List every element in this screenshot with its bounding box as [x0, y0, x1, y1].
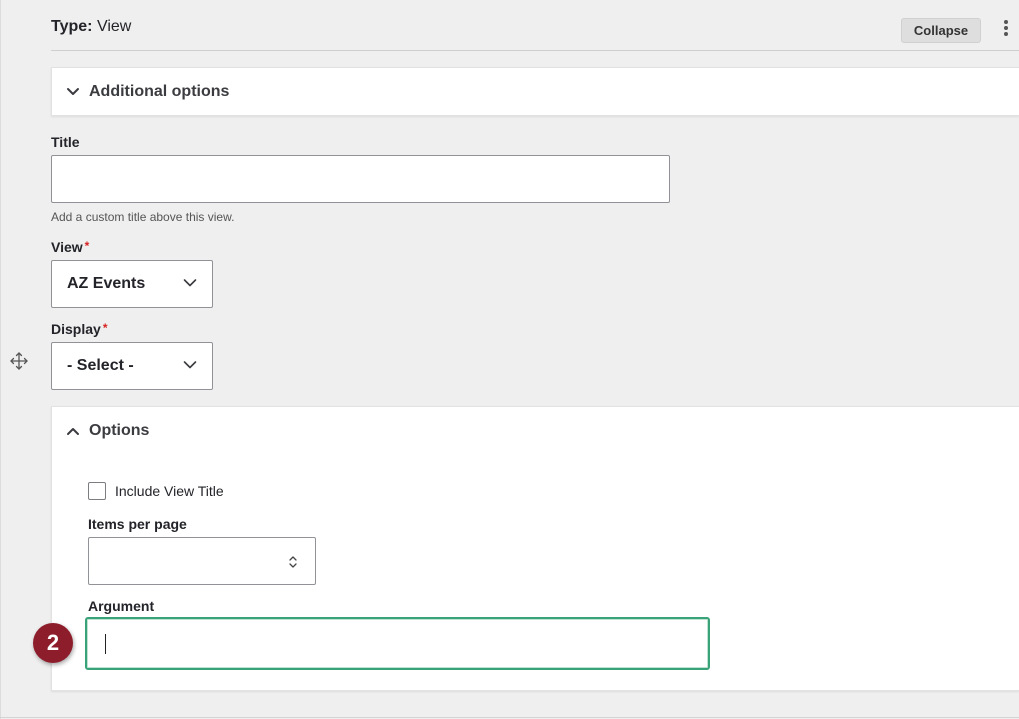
- paragraph-type-header: Type: View: [51, 18, 131, 36]
- text-caret: [105, 634, 106, 654]
- number-spinner-icon[interactable]: [288, 554, 298, 570]
- include-view-title-row: Include View Title: [88, 482, 224, 500]
- paragraph-edit-panel: Type: View Collapse Additional options T…: [0, 0, 1019, 719]
- title-description: Add a custom title above this view.: [51, 210, 235, 224]
- include-view-title-label[interactable]: Include View Title: [115, 483, 224, 499]
- additional-options-label: Additional options: [89, 83, 230, 100]
- step-number-badge: 2: [33, 623, 73, 663]
- options-label: Options: [89, 422, 150, 439]
- chevron-up-icon: [67, 428, 79, 435]
- argument-label: Argument: [88, 598, 155, 614]
- display-label: Display *: [51, 321, 107, 337]
- additional-options-summary[interactable]: Additional options: [66, 83, 229, 101]
- header-divider: [51, 50, 1019, 51]
- required-marker: *: [102, 321, 108, 335]
- type-label: Type:: [51, 18, 93, 35]
- additional-options-details: Additional options: [51, 67, 1019, 116]
- required-marker: *: [84, 239, 90, 253]
- display-select[interactable]: - Select -: [51, 342, 213, 390]
- options-summary[interactable]: Options: [66, 422, 149, 440]
- display-select-value: - Select -: [67, 357, 134, 374]
- items-per-page-input[interactable]: [88, 537, 316, 585]
- drag-handle-icon[interactable]: [9, 351, 29, 371]
- chevron-down-icon: [183, 361, 197, 369]
- display-label-text: Display: [51, 321, 101, 337]
- items-per-page-label: Items per page: [88, 516, 187, 532]
- chevron-down-icon: [67, 88, 79, 95]
- view-label: View *: [51, 239, 89, 255]
- view-label-text: View: [51, 239, 83, 255]
- panel-bottom-border: [0, 717, 1019, 718]
- chevron-down-icon: [183, 279, 197, 287]
- argument-input[interactable]: [85, 617, 710, 670]
- include-view-title-checkbox[interactable]: [88, 482, 106, 500]
- more-actions-icon[interactable]: [1001, 20, 1011, 40]
- collapse-button[interactable]: Collapse: [901, 18, 981, 43]
- type-value: View: [96, 18, 132, 35]
- view-select-value: AZ Events: [67, 275, 146, 292]
- view-select[interactable]: AZ Events: [51, 260, 213, 308]
- title-label: Title: [51, 134, 80, 150]
- panel-left-border: [0, 0, 1, 719]
- title-input[interactable]: [51, 155, 670, 203]
